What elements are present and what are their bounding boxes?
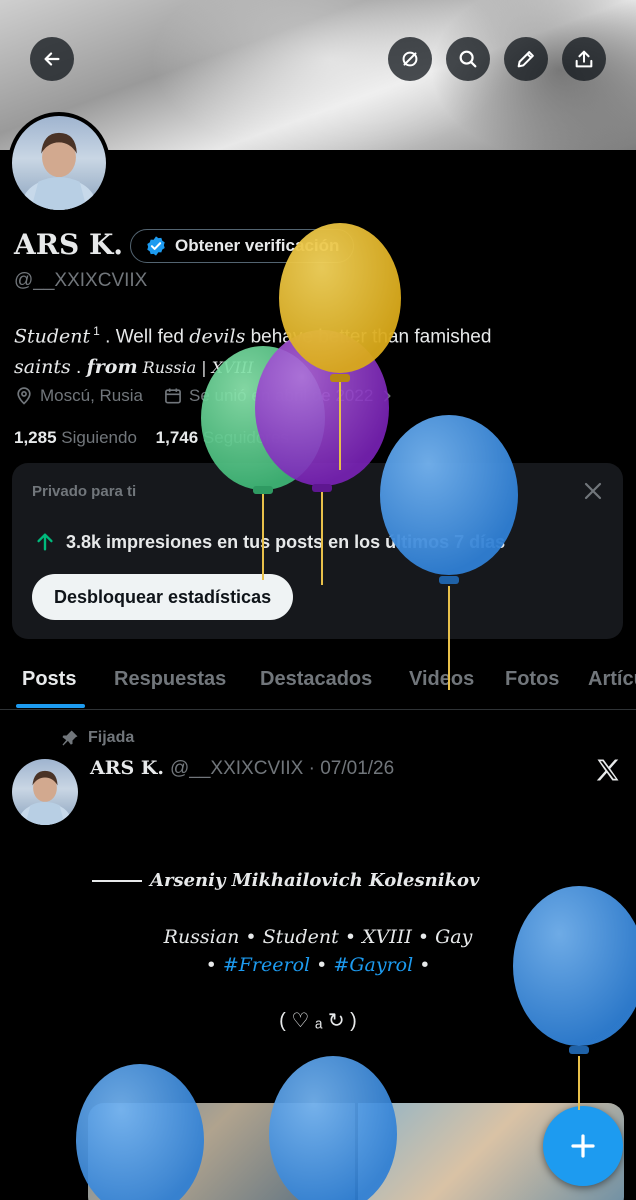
- profile-joined: Se unió en abril de 2022: [188, 386, 374, 405]
- hashtag-link[interactable]: #Gayrol: [333, 954, 413, 976]
- arrow-up-icon: [37, 533, 53, 551]
- post-avatar[interactable]: [12, 759, 78, 825]
- avatar-photo: [21, 132, 97, 210]
- followers-label: Seguidores: [202, 428, 289, 447]
- bio-superscript: 1: [93, 324, 100, 338]
- impressions-stat: 3.8k impresiones en tus posts en los últ…: [34, 531, 505, 553]
- bio-text: behave better than famished: [245, 326, 492, 348]
- profile-meta: Moscú, Rusia Se unió en abril de 2022: [14, 386, 395, 406]
- back-button[interactable]: [30, 37, 74, 81]
- compose-button[interactable]: [543, 1106, 623, 1186]
- following-label: Siguiendo: [61, 428, 137, 447]
- verified-badge-icon: [147, 236, 165, 256]
- search-icon: [459, 50, 477, 68]
- profile-name: ARS K.: [14, 228, 124, 261]
- unblock-button[interactable]: [388, 37, 432, 81]
- pencil-icon: [517, 51, 534, 68]
- bio-word: from: [86, 356, 138, 379]
- edit-button[interactable]: [504, 37, 548, 81]
- dash-divider: [92, 879, 142, 882]
- calendar-icon: [165, 388, 181, 404]
- pin-icon: [62, 730, 78, 746]
- bio-word: saints: [14, 356, 71, 379]
- post-author[interactable]: ARS K.: [90, 757, 164, 779]
- share-icon: [575, 50, 593, 68]
- post-header: ARS K. @__XXIXCVIIX · 07/01/26: [90, 757, 394, 780]
- slash-circle-icon: [402, 51, 418, 67]
- full-name-text: Arseniy Mikhailovich Kolesnikov: [150, 870, 480, 891]
- profile-location: Moscú, Rusia: [40, 386, 143, 405]
- post-line-name: Arseniy Mikhailovich Kolesnikov: [92, 870, 480, 891]
- tags-separator: •: [310, 954, 334, 976]
- private-stats-card: Privado para ti 3.8k impresiones en tus …: [12, 463, 623, 639]
- post-line-symbols: ( ♡ ₐ ↻ ): [279, 1010, 357, 1032]
- follow-counts: 1,285 Siguiendo 1,746 Seguidores: [14, 428, 289, 448]
- active-tab-indicator: [16, 704, 85, 708]
- profile-bio: Student 1 . Well fed devils behave better…: [14, 316, 614, 383]
- tab-replies[interactable]: Respuestas: [114, 668, 226, 691]
- tab-photos[interactable]: Fotos: [505, 668, 559, 691]
- x-logo-icon: [596, 759, 619, 781]
- balloon-blue: [513, 886, 636, 1110]
- profile-avatar[interactable]: [8, 112, 110, 214]
- tags-separator: •: [205, 954, 223, 976]
- plus-icon: [571, 1134, 595, 1158]
- impressions-text: 3.8k impresiones en tus posts en los últ…: [66, 531, 506, 552]
- tab-highlights[interactable]: Destacados: [260, 668, 372, 691]
- location-pin-icon: [17, 387, 31, 405]
- tags-separator: •: [413, 954, 431, 976]
- arrow-left-icon: [44, 52, 60, 66]
- card-title: Privado para ti: [32, 483, 137, 500]
- pinned-label: Fijada: [60, 728, 134, 748]
- bio-text: .: [70, 357, 87, 379]
- bio-text: . Well fed: [105, 326, 190, 348]
- post-photo[interactable]: [88, 1103, 355, 1200]
- bio-word: Russia | XVIII: [137, 358, 254, 378]
- bio-word: Student: [14, 325, 91, 348]
- post-line-tags: • #Freerol • #Gayrol •: [0, 954, 636, 976]
- following-count: 1,285: [14, 428, 57, 447]
- unlock-stats-button[interactable]: Desbloquear estadísticas: [32, 574, 294, 620]
- close-icon[interactable]: [581, 479, 605, 503]
- get-verified-button[interactable]: Obtener verificación: [130, 229, 355, 263]
- following-link[interactable]: 1,285 Siguiendo: [14, 428, 137, 447]
- pinned-text: Fijada: [88, 729, 135, 746]
- tab-posts[interactable]: Posts: [22, 668, 76, 691]
- followers-count: 1,746: [155, 428, 199, 447]
- avatar-photo: [18, 770, 72, 825]
- get-verified-label: Obtener verificación: [175, 236, 340, 255]
- profile-tabs: Posts Respuestas Destacados Videos Fotos…: [0, 650, 636, 710]
- post-line-info: Russian • Student • XVIII • Gay: [163, 926, 473, 948]
- tab-videos[interactable]: Videos: [409, 668, 474, 691]
- chevron-right-icon[interactable]: [379, 388, 395, 404]
- followers-link[interactable]: 1,746 Seguidores: [156, 428, 289, 447]
- profile-handle: @__XXIXCVIIX: [14, 270, 148, 291]
- share-button[interactable]: [562, 37, 606, 81]
- hashtag-link[interactable]: #Freerol: [223, 954, 310, 976]
- search-button[interactable]: [446, 37, 490, 81]
- tab-articles[interactable]: Artículos: [588, 668, 636, 691]
- post-handle-date: @__XXIXCVIIX · 07/01/26: [170, 758, 395, 779]
- bio-word: devils: [189, 325, 246, 348]
